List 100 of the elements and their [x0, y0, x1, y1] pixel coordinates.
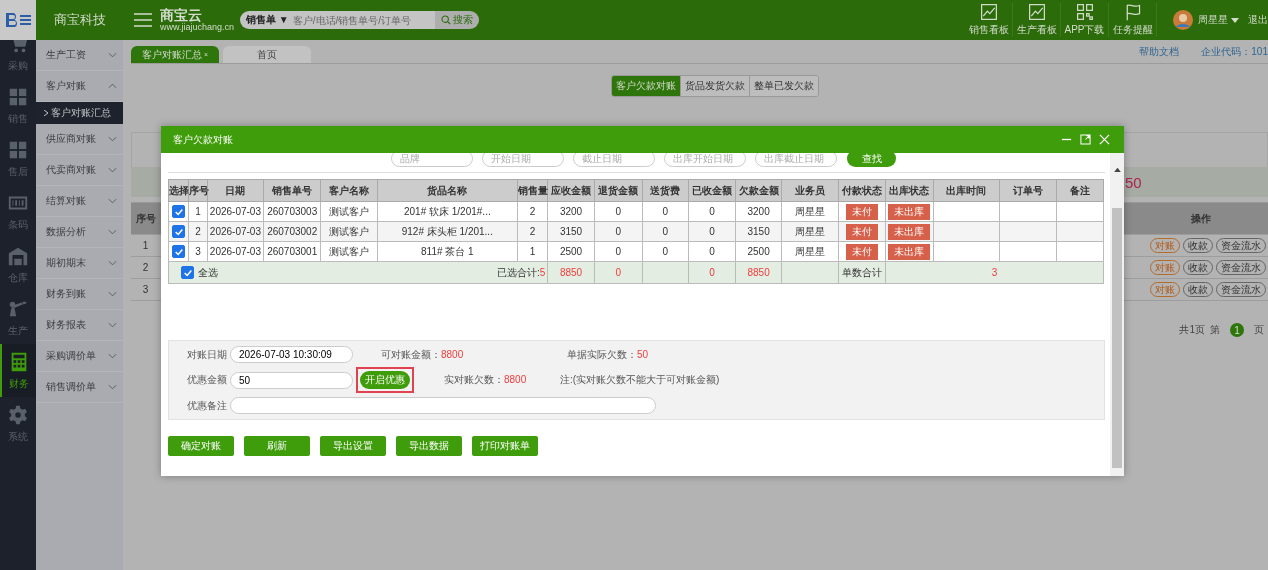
chevron-down-icon: [108, 52, 117, 58]
maximize-icon[interactable]: [1080, 134, 1091, 145]
discount-field[interactable]: 50: [230, 371, 353, 389]
enable-discount-button[interactable]: 开启优惠: [360, 371, 410, 389]
nav-button[interactable]: 销售看板: [965, 3, 1013, 37]
logout-link[interactable]: 退出: [1248, 13, 1268, 27]
status-tag: 未出库: [888, 243, 931, 260]
module-item[interactable]: 财务: [0, 344, 36, 397]
segment-tab[interactable]: 货品发货欠款: [679, 76, 749, 96]
sidebar-item[interactable]: 代卖商对账: [36, 155, 123, 186]
action-button[interactable]: 确定对账: [168, 436, 234, 456]
page-number[interactable]: 1: [1230, 323, 1244, 337]
logo-icon: [0, 0, 36, 40]
brand-url: www.jiajuchang.cn: [160, 23, 235, 32]
available-amount: 可对账金额：8800: [381, 347, 465, 362]
column-header: 序号: [134, 211, 157, 226]
nav-button[interactable]: 任务提醒: [1109, 3, 1157, 37]
sidebar-item[interactable]: 生产工资: [36, 40, 123, 71]
action-button[interactable]: 打印对账单: [472, 436, 538, 456]
table-cell: 周星星: [781, 201, 839, 222]
scroll-up-icon[interactable]: [1113, 167, 1121, 172]
header-link[interactable]: 企业代码：101: [1201, 44, 1268, 59]
status-tag: 未付: [846, 223, 879, 240]
action-button[interactable]: 导出设置: [320, 436, 386, 456]
sidebar-item[interactable]: 财务到账: [36, 279, 123, 310]
filter-field[interactable]: 出库截止日期: [755, 153, 837, 167]
filter-field[interactable]: 出库开始日期: [664, 153, 746, 167]
table-cell: 3200: [547, 201, 595, 222]
table-cell: 3: [188, 241, 208, 262]
column-header: 付款状态: [838, 179, 886, 202]
header-link[interactable]: 帮助文档: [1139, 44, 1180, 59]
sidebar-subitem[interactable]: 客户对账汇总: [36, 102, 123, 124]
table-cell-text: 1: [141, 240, 150, 251]
page-tab[interactable]: 首页: [223, 46, 311, 63]
checkbox-label: 全选: [198, 265, 218, 280]
column-header: 销售量: [517, 179, 548, 202]
chevron-down-icon: [108, 322, 117, 328]
status-tag: 未出库: [888, 223, 931, 240]
checkbox[interactable]: [181, 266, 194, 279]
filter-field[interactable]: 开始日期: [482, 153, 564, 167]
date-field[interactable]: 2026-07-03 10:30:09: [230, 346, 353, 363]
avatar-icon[interactable]: [1173, 10, 1193, 30]
search-button[interactable]: 查找: [847, 153, 896, 167]
table-cell: 0: [594, 201, 643, 222]
chevron-down-icon: [108, 291, 117, 297]
checkbox[interactable]: [172, 245, 186, 258]
summary-value: 50: [1125, 173, 1142, 191]
checkbox[interactable]: [172, 205, 186, 218]
page-total: 共1页: [1179, 323, 1205, 337]
filter-field[interactable]: 截止日期: [573, 153, 655, 167]
sidebar-item[interactable]: 数据分析: [36, 217, 123, 248]
sidebar-item[interactable]: 结算对账: [36, 186, 123, 217]
sidebar-item[interactable]: 供应商对账: [36, 124, 123, 155]
column-header: 操作: [1189, 211, 1212, 226]
column-header: 送货费: [642, 179, 689, 202]
column-header: 已收金额: [688, 179, 736, 202]
sidebar-item[interactable]: 期初期末: [36, 248, 123, 279]
table-cell: 2: [517, 201, 548, 222]
user-menu[interactable]: 周星星: [1198, 13, 1228, 27]
action-button[interactable]: 刷新: [244, 436, 310, 456]
table-cell: 0: [594, 241, 643, 262]
selected-total: 已选合计:5: [496, 265, 546, 280]
module-item[interactable]: 生产: [0, 291, 36, 344]
field-label: 优惠金额: [186, 373, 228, 387]
caret-icon[interactable]: [1231, 17, 1239, 23]
dialog-title: 客户欠款对账: [173, 132, 233, 147]
sidebar-item[interactable]: 采购调价单: [36, 341, 123, 372]
nav-button[interactable]: 生产看板: [1013, 3, 1061, 37]
column-header: 销售单号: [263, 179, 321, 202]
segment-tab[interactable]: 整单已发欠款: [748, 76, 818, 96]
column-header: 退货金额: [594, 179, 643, 202]
chart-icon: [979, 3, 998, 21]
table-cell: 测试客户: [320, 201, 378, 222]
column-header: 选择: [168, 179, 189, 202]
search-button[interactable]: 搜索: [434, 11, 479, 29]
real-debt: 实对账欠数：8800: [444, 373, 528, 387]
column-header: 应收金额: [547, 179, 595, 202]
chevron-down-icon: [108, 260, 117, 266]
chevron-right-icon: [44, 110, 48, 116]
search-type-dropdown[interactable]: 销售单 ▼: [240, 11, 293, 29]
nav-button[interactable]: APP下载: [1061, 3, 1109, 37]
checkbox[interactable]: [172, 225, 186, 238]
action-button[interactable]: 导出数据: [396, 436, 462, 456]
filter-field[interactable]: 品牌: [391, 153, 473, 167]
segment-tab[interactable]: 客户欠款对账: [611, 76, 680, 96]
scrollbar[interactable]: [1110, 153, 1124, 476]
table-cell: 260703001: [263, 241, 321, 262]
remark-field[interactable]: [230, 397, 656, 414]
page-label: 第: [1210, 323, 1220, 337]
close-icon[interactable]: [1099, 134, 1110, 145]
search-field[interactable]: 客户/电话/销售单号/订单号: [292, 11, 435, 29]
sidebar-item[interactable]: 财务报表: [36, 310, 123, 341]
sidebar-item[interactable]: 销售调价单: [36, 372, 123, 403]
chevron-down-icon: [108, 384, 117, 390]
chevron-down-icon: [108, 198, 117, 204]
table-cell: 0: [688, 241, 736, 262]
search-icon: [440, 15, 451, 25]
actual-debt: 单据实际欠数：50: [567, 347, 649, 362]
chevron-down-icon: [108, 136, 117, 142]
menu-icon[interactable]: [133, 12, 153, 28]
